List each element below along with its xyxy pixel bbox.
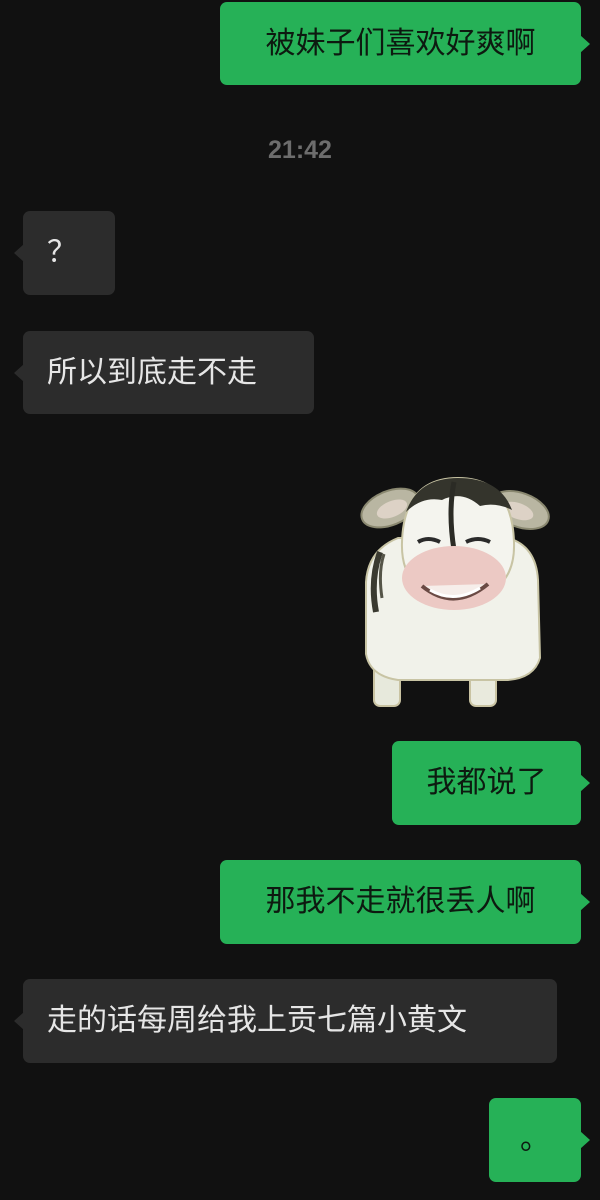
message-bubble-sent[interactable]: 那我不走就很丢人啊 — [220, 860, 590, 944]
message-bubble-sent[interactable]: 。 — [489, 1098, 590, 1182]
message-text: 被妹子们喜欢好爽啊 — [265, 25, 536, 61]
message-bubble-received[interactable]: 走的话每周给我上贡七篇小黄文 — [14, 979, 557, 1063]
message-bubble-sent[interactable]: 被妹子们喜欢好爽啊 — [220, 2, 590, 85]
message-timestamp: 21:42 — [268, 136, 332, 164]
message-text: 所以到底走不走 — [47, 354, 257, 390]
message-text: 走的话每周给我上贡七篇小黄文 — [47, 1003, 467, 1038]
message-text: 我都说了 — [426, 765, 547, 800]
message-bubble-received[interactable]: ？ — [14, 211, 115, 295]
message-bubble-received[interactable]: 所以到底走不走 — [14, 331, 314, 414]
message-bubble-sent[interactable]: 我都说了 — [392, 741, 590, 825]
message-text: 那我不走就很丢人啊 — [265, 884, 536, 919]
message-text: 。 — [520, 1122, 550, 1157]
smiling-cow-sticker-icon[interactable] — [358, 472, 554, 708]
message-text: ？ — [47, 235, 77, 270]
